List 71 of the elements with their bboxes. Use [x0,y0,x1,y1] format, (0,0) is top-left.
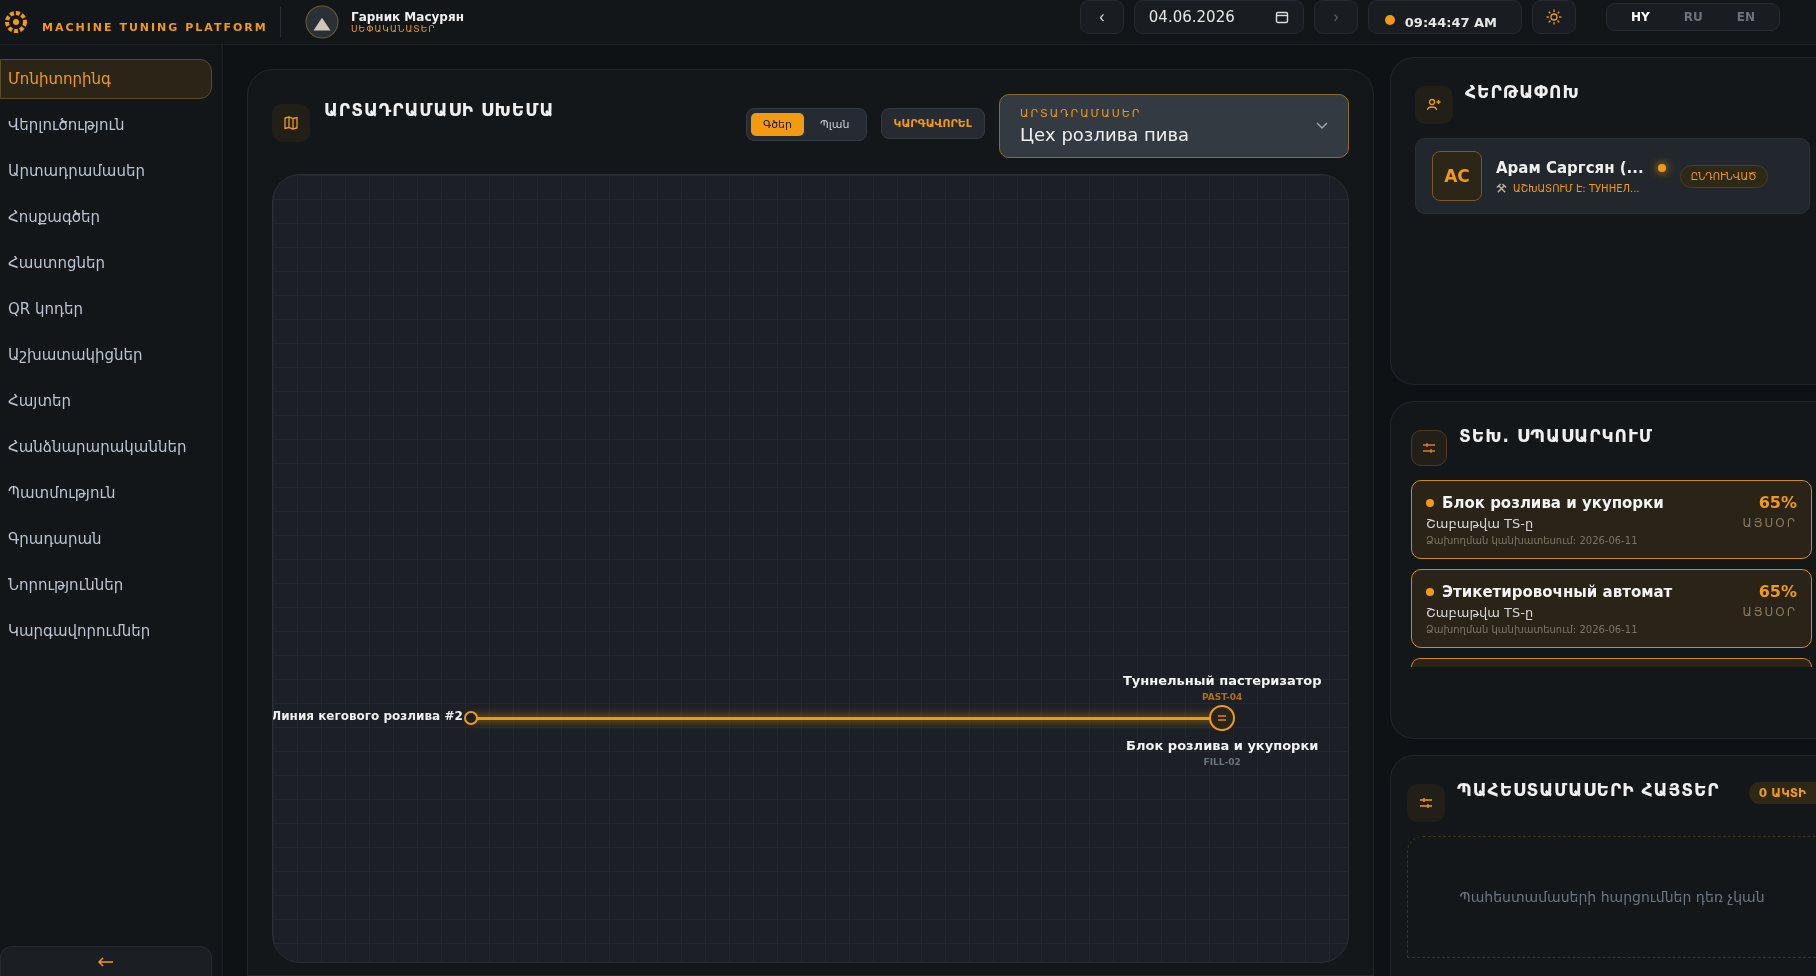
map-icon [272,104,310,142]
machine-name: Туннельный пастеризатор [1122,673,1322,688]
user-role: ՍԵՓԱԿԱՆԱՏԵՐ [351,24,437,34]
failure-forecast: Ձախողման կանխատեսում: 2026-06-11 [1426,535,1639,546]
language-tab[interactable]: RU [1669,6,1717,28]
brand-subtitle: MACHINE TUNING PLATFORM [42,20,268,34]
sliders-icon [1407,784,1445,822]
due-label: ԱՅՍՕՐ [1742,516,1797,530]
language-tab[interactable]: EN [1722,6,1769,28]
user-plus-icon [1415,86,1453,124]
language-tab[interactable]: HY [1617,6,1664,28]
lines-icon [1216,712,1229,724]
failure-forecast: Ձախողման կանխատեսում: 2026-06-11 [1426,624,1639,635]
status-dot [1426,498,1434,507]
sidebar-item[interactable]: Հաստոցներ [0,243,212,283]
sidebar-item[interactable]: Հոսքագծեր [0,197,212,237]
wear-percent: 65% [1758,493,1797,512]
sidebar-item[interactable]: Հանձնարարականներ [0,427,212,467]
configure-button[interactable]: ԿԱՐԳԱՎՈՐԵԼ [880,108,985,139]
worker-initials: АС [1432,151,1482,201]
sidebar-item[interactable]: Հայտեր [0,381,212,421]
sidebar-item[interactable]: Կարգավորումներ [0,611,212,651]
sidebar-item[interactable]: Նորություններ [0,565,212,605]
panel-title: ՊԱՀԵՍՏԱՄԱՍԵՐԻ ՀԱՅՏԵՐ [1457,780,1720,800]
hammer-icon [1496,182,1507,194]
sidebar-item[interactable]: Գրադարան [0,519,212,559]
worker-task: ԱՇԽԱՏՈՒՄ Է: ТУННЕЛ... [1513,182,1640,194]
status-badge: ԸՆԴՈՒՆՎԱԾ [1679,164,1768,188]
empty-message: Պահեստամասերի հարցումներ դեռ չկան [1459,889,1765,905]
panel-title: ՀԵՐԹԱՓՈԽ [1465,82,1580,102]
status-dot [1426,587,1434,596]
maintenance-card[interactable] [1411,658,1812,667]
previous-day-button[interactable]: ‹ [1079,0,1124,34]
gear-logo-icon [4,10,28,34]
maintenance-type: Շաբաթվա TS-ը [1426,605,1534,620]
active-count-badge: 0 ԱԿՏԻ [1748,782,1816,804]
date-field[interactable]: 04.06.2026 [1133,0,1304,34]
sidebar-item[interactable]: QR կոդեր [0,289,212,329]
calendar-icon [1274,10,1289,24]
view-tab[interactable]: Գծեր [750,113,805,136]
chevron-down-icon [1316,122,1328,130]
machine-code: FILL-02 [1203,757,1241,767]
sidebar-item[interactable]: Արտադրամասեր [0,151,212,191]
machine-name: Этикетировочный автомат [1442,582,1673,601]
avatar-icon [305,5,339,39]
sun-icon [1546,9,1563,25]
worker-name: Арам Саргсян (... [1496,158,1644,177]
sidebar-item[interactable]: Վերլուծություն [0,105,212,145]
machine-name: Блок розлива и укупорки [1126,738,1319,753]
maintenance-type: Շաբաթվա TS-ը [1426,516,1534,531]
maintenance-card[interactable]: Блок розлива и укупорки 65% Շաբաթվա TS-ը ԱՅՍՕՐ Ձախողման կանխատեսում: 2026-06-11 [1411,480,1812,559]
machine-node[interactable] [1209,705,1236,731]
workshop-select[interactable]: ԱՐՏԱԴՐԱՄԱՍԵՐ Цех розлива пива [999,94,1349,158]
due-label: ԱՅՍՕՐ [1742,605,1797,619]
live-dot [1384,15,1395,25]
wear-percent: 65% [1758,582,1797,601]
sliders-icon [1411,430,1447,466]
sidebar-item[interactable]: Պատմություն [0,473,212,513]
panel-title: ՏԵԽ. ՍՊԱՍԱՐԿՈՒՄ [1459,426,1654,446]
machine-code: PAST-04 [1202,692,1243,702]
view-tab[interactable]: Պլան [808,113,862,136]
arrow-left-icon [98,956,114,967]
clock-time: 09:44:47 AM [1404,15,1498,30]
user-name: Гарник Масурян [351,10,464,24]
theme-toggle-button[interactable] [1532,0,1577,34]
sidebar-item[interactable]: Մոնիտորինգ [0,59,212,99]
worker-card[interactable]: АС Арам Саргсян (... ԱՇԽԱՏՈՒՄ Է: ТУННЕЛ... ԸՆԴՈՒՆՎԱԾ [1415,138,1810,214]
maintenance-card[interactable]: Этикетировочный автомат 65% Շաբաթվա TS-ը ԱՅՍՕՐ Ձախողման կանխատեսում: 2026-06-11 [1411,569,1812,648]
panel-title: ԱՐՏԱԴՐԱՄԱՍԻ ՍԽԵՄԱ [324,100,555,120]
sidebar-item[interactable]: Աշխատակիցներ [0,335,212,375]
machine-name: Блок розлива и укупорки [1442,493,1664,512]
